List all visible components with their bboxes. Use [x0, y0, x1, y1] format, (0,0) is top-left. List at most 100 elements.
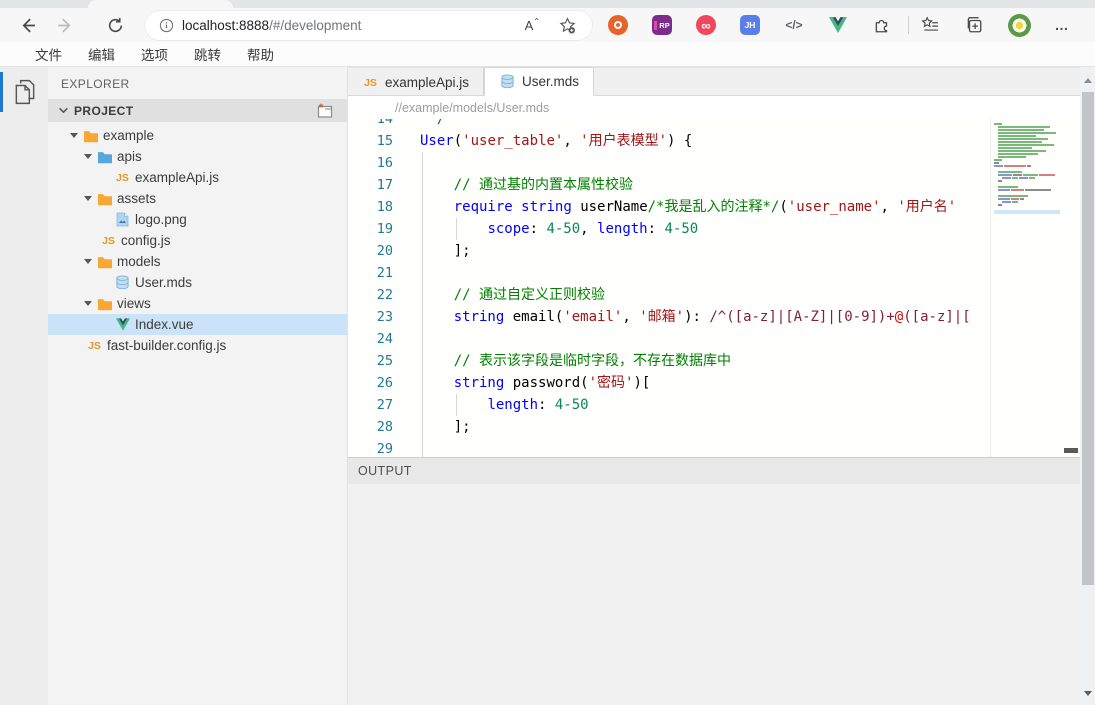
page-scrollbar[interactable] — [1080, 67, 1095, 705]
indent-guide — [422, 372, 423, 394]
tree-item-fast-builder-config-js[interactable]: JSfast-builder.config.js — [48, 335, 347, 356]
scrollbar-down-icon[interactable] — [1084, 691, 1092, 696]
code-line-25[interactable]: 25 // 表示该字段是临时字段，不存在数据库中 — [348, 350, 988, 372]
tree-item-assets[interactable]: assets — [48, 188, 347, 209]
extension-infinity-icon[interactable]: ∞ — [696, 15, 716, 35]
code-line-17[interactable]: 17 // 通过基的内置本属性校验 — [348, 174, 988, 196]
line-number: 28 — [348, 416, 393, 438]
tree-item-label: config.js — [121, 233, 171, 248]
expand-caret-icon[interactable] — [82, 196, 94, 201]
menu-item[interactable]: 文件 — [35, 44, 62, 64]
expand-caret-icon[interactable] — [68, 133, 80, 138]
menu-item[interactable]: 编辑 — [88, 44, 115, 64]
code-line-21[interactable]: 21 — [348, 262, 988, 284]
favorite-star-icon[interactable] — [559, 17, 576, 34]
scrollbar-up-icon[interactable] — [1084, 78, 1092, 83]
folder-orange-icon — [96, 296, 113, 312]
minimap-line — [994, 201, 1060, 203]
code-line-19[interactable]: 19 scope: 4-50, length: 4-50 — [348, 218, 988, 240]
collections-icon[interactable] — [964, 15, 984, 35]
extension-code-icon[interactable]: </> — [784, 15, 804, 35]
line-number: 19 — [348, 218, 393, 240]
tree-item-label: views — [117, 296, 151, 311]
read-aloud-icon[interactable]: A⌃ — [525, 18, 540, 33]
menu-item[interactable]: 帮助 — [247, 44, 274, 64]
minimap-line — [994, 180, 1060, 182]
favorites-bar-icon[interactable] — [920, 15, 940, 35]
tree-item-config-js[interactable]: JSconfig.js — [48, 230, 347, 251]
minimap[interactable] — [990, 119, 1062, 457]
menu-item[interactable]: 选项 — [141, 44, 168, 64]
folder-orange-icon — [82, 128, 99, 144]
indent-guide — [422, 350, 423, 372]
toolbar-divider — [908, 16, 909, 34]
code-line-23[interactable]: 23 string email('email', '邮箱'): /^([a-z]… — [348, 306, 988, 328]
app-window: EXPLORER PROJECT exampleapisJSexampleApi… — [0, 67, 1095, 705]
browser-tab-fragment[interactable] — [88, 0, 233, 8]
explorer-files-icon[interactable] — [13, 79, 37, 105]
tree-item-label: User.mds — [135, 275, 192, 290]
extension-rp-icon[interactable]: RP — [652, 15, 672, 35]
code-line-24[interactable]: 24 — [348, 328, 988, 350]
scrollbar-thumb[interactable] — [1082, 92, 1094, 585]
site-info-icon[interactable] — [159, 18, 174, 33]
menu-item[interactable]: 跳转 — [194, 44, 221, 64]
vue-icon — [114, 317, 131, 333]
url-text[interactable]: localhost:8888/#/development — [182, 18, 361, 33]
editor-scrollbar-thumb[interactable] — [1064, 448, 1078, 453]
extension-orange-icon[interactable] — [608, 15, 628, 35]
browser-toolbar: localhost:8888/#/development A⌃ RP ∞ JH … — [0, 8, 1095, 42]
code-line-15[interactable]: 15User('user_table', '用户表模型') { — [348, 130, 988, 152]
code-line-29[interactable]: 29 — [348, 438, 988, 457]
tree-item-index-vue[interactable]: Index.vue — [48, 314, 347, 335]
line-number: 17 — [348, 174, 393, 196]
code-line-28[interactable]: 28 ]; — [348, 416, 988, 438]
minimap-line — [994, 177, 1060, 179]
code-line-27[interactable]: 27 length: 4-50 — [348, 394, 988, 416]
minimap-line — [994, 153, 1060, 155]
project-section-header[interactable]: PROJECT — [48, 99, 347, 122]
editor-tab-exampleapi-js[interactable]: JSexampleApi.js — [348, 68, 484, 97]
extensions-puzzle-icon[interactable] — [872, 15, 892, 35]
editor-tab-user-mds[interactable]: User.mds — [484, 67, 594, 96]
expand-caret-icon[interactable] — [82, 154, 94, 159]
tree-item-models[interactable]: models — [48, 251, 347, 272]
refresh-icon[interactable] — [102, 12, 128, 38]
code-line-16[interactable]: 16 — [348, 152, 988, 174]
code-line-14[interactable]: 14 */ — [348, 119, 988, 130]
expand-caret-icon[interactable] — [82, 301, 94, 306]
editor-region: JSexampleApi.js User.mds //example/models… — [348, 67, 1080, 705]
minimap-line — [994, 123, 1060, 125]
tree-item-exampleapi-js[interactable]: JSexampleApi.js — [48, 167, 347, 188]
explorer-sidebar: EXPLORER PROJECT exampleapisJSexampleApi… — [48, 67, 348, 705]
tree-item-logo-png[interactable]: logo.png — [48, 209, 347, 230]
new-file-icon[interactable] — [316, 102, 334, 119]
tree-item-views[interactable]: views — [48, 293, 347, 314]
address-bar[interactable]: localhost:8888/#/development A⌃ — [145, 11, 592, 40]
code-editor[interactable]: 14 */15User('user_table', '用户表模型') {1617… — [348, 119, 1080, 457]
code-line-20[interactable]: 20 ]; — [348, 240, 988, 262]
tree-item-user-mds[interactable]: User.mds — [48, 272, 347, 293]
minimap-line — [994, 156, 1060, 158]
output-panel-header[interactable]: OUTPUT — [348, 457, 1080, 484]
code-line-22[interactable]: 22 // 通过自定义正则校验 — [348, 284, 988, 306]
code-line-18[interactable]: 18 require string userName/*我是乱入的注释*/('u… — [348, 196, 988, 218]
tree-item-apis[interactable]: apis — [48, 146, 347, 167]
minimap-line — [994, 150, 1060, 152]
avatar[interactable] — [1008, 14, 1031, 37]
extension-jh-icon[interactable]: JH — [740, 15, 760, 35]
tab-label: User.mds — [522, 74, 579, 89]
tree-item-example[interactable]: example — [48, 125, 347, 146]
back-icon[interactable] — [14, 12, 40, 38]
expand-caret-icon[interactable] — [82, 259, 94, 264]
url-host: localhost:8888 — [182, 18, 269, 33]
extension-vue-icon[interactable] — [828, 15, 848, 35]
screenshot-root: localhost:8888/#/development A⌃ RP ∞ JH … — [0, 0, 1095, 705]
db-icon — [114, 275, 131, 291]
indent-guide — [422, 416, 423, 438]
code-line-26[interactable]: 26 string password('密码')[ — [348, 372, 988, 394]
breadcrumb[interactable]: //example/models/User.mds — [348, 96, 1080, 119]
settings-more-icon[interactable]: … — [1052, 15, 1072, 35]
forward-icon[interactable] — [52, 12, 78, 38]
browser-tabstrip-sliver — [0, 0, 1095, 8]
